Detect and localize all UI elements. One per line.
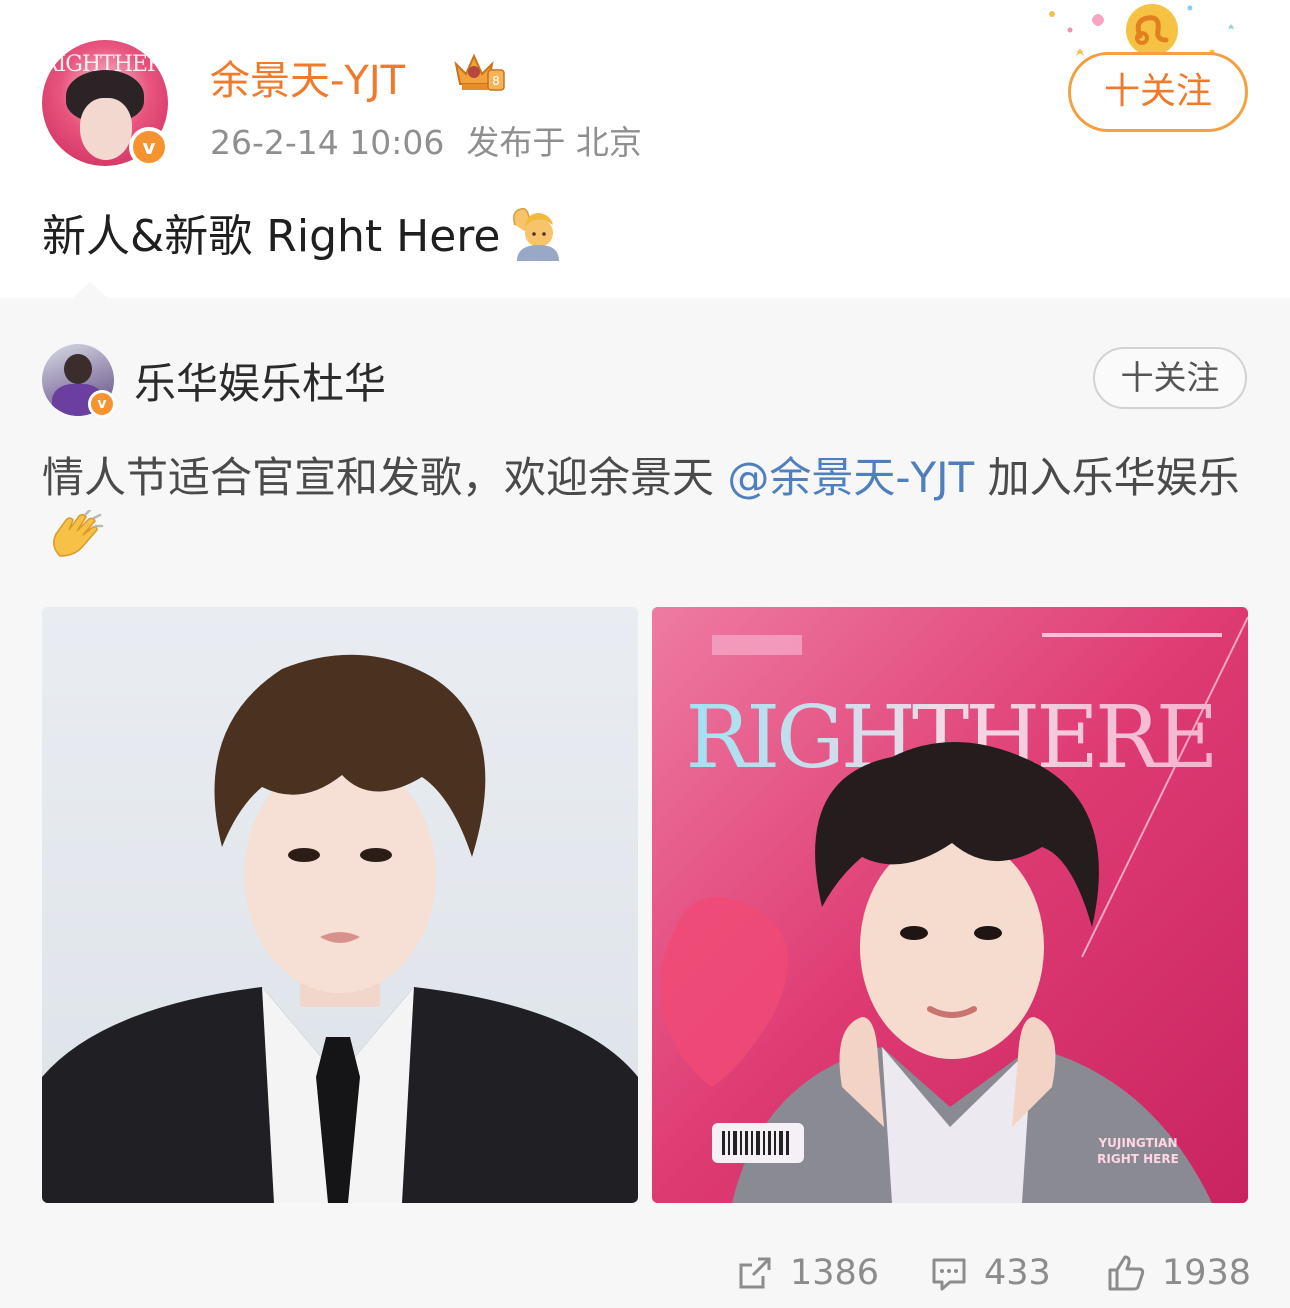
avatar-face [80, 98, 132, 160]
post-meta: 26-2-14 10:06 发布于 北京 [210, 116, 642, 164]
image-album-cover[interactable]: RIGHTHERE YUJINGTIAN RIGHT HERE [652, 607, 1248, 1203]
repost-text-before: 情人节适合官宣和发歌，欢迎余景天 [42, 453, 728, 502]
post-location: 发布于 北京 [466, 123, 642, 162]
repost-text: 情人节适合官宣和发歌，欢迎余景天 @余景天-YJT 加入乐华娱乐 [42, 446, 1252, 574]
like-button[interactable]: 1938 [1106, 1248, 1251, 1298]
clapping-hands-emoji-icon [53, 510, 104, 557]
mention-link[interactable]: @余景天-YJT [727, 453, 974, 502]
repost-text-after: 加入乐华娱乐 [974, 453, 1240, 502]
share-button[interactable]: 1386 [736, 1248, 879, 1298]
post-text-content: 新人&新歌 Right Here [42, 211, 501, 262]
like-count: 1938 [1162, 1253, 1252, 1293]
post-timestamp: 26-2-14 10:06 [210, 123, 445, 162]
verified-badge-icon: v [88, 390, 116, 418]
author-name[interactable]: 余景天-YJT [210, 48, 405, 106]
crown-level-icon: 8 [454, 53, 505, 91]
raising-hand-emoji-icon [512, 207, 559, 261]
comment-button[interactable]: 433 [930, 1248, 1051, 1298]
share-icon [739, 1257, 771, 1289]
repost-pointer [70, 282, 110, 300]
avatar-head [64, 354, 92, 384]
post-text: 新人&新歌 Right Here [42, 200, 559, 264]
album-caption-line1: YUJINGTIAN [1097, 1136, 1177, 1150]
album-caption-line2: RIGHT HERE [1097, 1152, 1179, 1166]
repost-follow-button[interactable]: 十关注 [1093, 347, 1247, 409]
share-count: 1386 [790, 1253, 880, 1293]
image-portrait-suit[interactable] [42, 607, 638, 1203]
verified-badge-icon: v [129, 127, 169, 167]
like-icon [1108, 1255, 1145, 1291]
post-header: RIGHTHERE v 余景天-YJT 8 26-2-14 10:06 发布于 北… [0, 0, 1290, 296]
comment-icon [932, 1258, 966, 1291]
follow-button[interactable]: 十关注 [1068, 52, 1248, 132]
portrait-illustration [42, 607, 638, 1203]
comment-count: 433 [984, 1253, 1051, 1293]
repost-author-name[interactable]: 乐华娱乐杜华 [134, 350, 386, 411]
album-cover-illustration: RIGHTHERE YUJINGTIAN RIGHT HERE [652, 607, 1248, 1203]
svg-text:8: 8 [492, 74, 500, 88]
